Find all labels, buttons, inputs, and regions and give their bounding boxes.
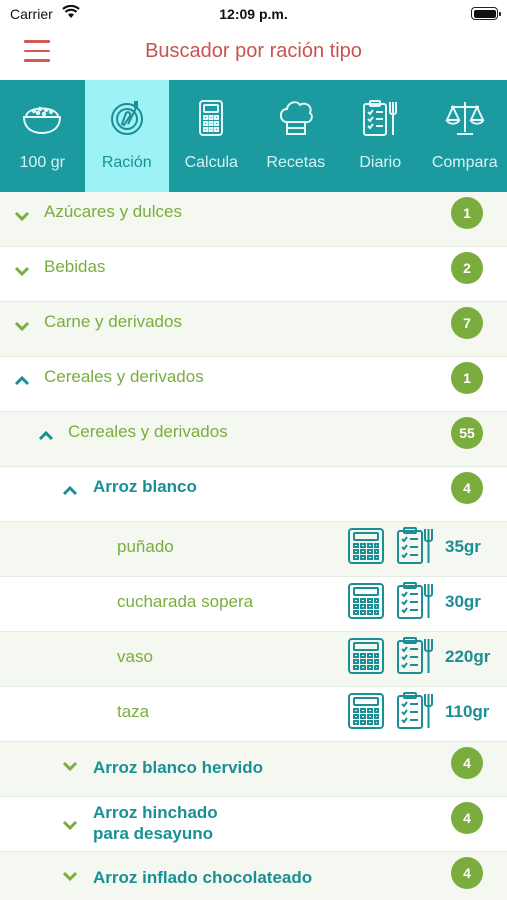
tab-label: Recetas (266, 154, 326, 171)
chevron-up-icon (38, 430, 54, 441)
category-row[interactable]: Azúcares y dulces 1 (0, 192, 507, 247)
battery-icon (471, 7, 501, 20)
add-to-diary-icon[interactable] (395, 526, 435, 566)
serving-label: cucharada sopera (117, 592, 254, 611)
chevron-down-icon (62, 820, 78, 831)
tab-label: 100 gr (19, 154, 65, 171)
category-label: Cereales y derivados (44, 367, 204, 386)
count-badge: 4 (451, 747, 483, 779)
count-badge: 1 (451, 197, 483, 229)
serving-grams: 35gr (445, 537, 481, 556)
bowl-icon (0, 98, 85, 138)
category-label: Bebidas (44, 257, 106, 276)
category-row[interactable]: Bebidas 2 (0, 247, 507, 302)
category-label: Azúcares y dulces (44, 202, 182, 221)
add-to-diary-icon[interactable] (395, 636, 435, 676)
count-badge: 55 (451, 417, 483, 449)
serving-grams: 30gr (445, 592, 481, 611)
tab-100gr[interactable]: 100 gr (0, 80, 85, 192)
category-label: Carne y derivados (44, 312, 182, 331)
subcategory-row[interactable]: Cereales y derivados 55 (0, 412, 507, 467)
scale-icon (423, 98, 507, 138)
tab-bar: 100 gr Ración Calcula Recetas Diario Com… (0, 80, 507, 192)
subcategory-label: Cereales y derivados (68, 422, 228, 441)
plate-fork-icon (85, 98, 170, 138)
chevron-up-icon (14, 375, 30, 386)
status-bar: Carrier 12:09 p.m. (0, 0, 507, 28)
calculator-icon[interactable] (346, 691, 386, 731)
chef-hat-icon (254, 98, 339, 138)
page-title: Buscador por ración tipo (145, 40, 362, 62)
chevron-up-icon (62, 485, 78, 496)
count-badge: 4 (451, 472, 483, 504)
chevron-down-icon (14, 266, 30, 277)
count-badge: 4 (451, 857, 483, 889)
calculator-icon[interactable] (346, 581, 386, 621)
category-row-expanded[interactable]: Cereales y derivados 1 (0, 357, 507, 412)
clock: 12:09 p.m. (219, 6, 288, 22)
count-badge: 7 (451, 307, 483, 339)
food-label: Arroz hinchado para desayuno (93, 802, 218, 844)
tab-label: Compara (431, 154, 498, 171)
chevron-down-icon (62, 871, 78, 882)
food-label-line1: Arroz hinchado (93, 803, 218, 822)
tab-diario[interactable]: Diario (338, 80, 423, 192)
add-to-diary-icon[interactable] (395, 691, 435, 731)
food-label: Arroz blanco hervido (93, 758, 264, 777)
count-badge: 1 (451, 362, 483, 394)
food-row[interactable]: Arroz inflado chocolateado 4 (0, 852, 507, 900)
food-label: Arroz blanco (93, 477, 197, 496)
food-row[interactable]: Arroz blanco hervido 4 (0, 742, 507, 797)
food-list: Azúcares y dulces 1 Bebidas 2 Carne y de… (0, 192, 507, 900)
food-label: Arroz inflado chocolateado (93, 868, 313, 887)
food-label-line2: para desayuno (93, 824, 213, 843)
chevron-down-icon (14, 321, 30, 332)
tab-compara[interactable]: Compara (423, 80, 507, 192)
tab-racion[interactable]: Ración (84, 80, 170, 192)
serving-row: taza 110gr (0, 687, 507, 742)
tab-calcula[interactable]: Calcula (169, 80, 254, 192)
serving-label: vaso (117, 647, 153, 666)
serving-row: puñado 35gr (0, 522, 507, 577)
count-badge: 4 (451, 802, 483, 834)
count-badge: 2 (451, 252, 483, 284)
app-header: Buscador por ración tipo (0, 28, 507, 80)
tab-label: Diario (359, 154, 402, 171)
tab-label: Calcula (184, 154, 238, 171)
chevron-down-icon (14, 211, 30, 222)
add-to-diary-icon[interactable] (395, 581, 435, 621)
tab-label: Ración (101, 154, 152, 171)
category-row[interactable]: Carne y derivados 7 (0, 302, 507, 357)
serving-grams: 220gr (445, 647, 491, 666)
tab-recetas[interactable]: Recetas (254, 80, 339, 192)
clipboard-fork-icon (338, 98, 423, 138)
food-row[interactable]: Arroz blanco 4 (0, 467, 507, 522)
chevron-down-icon (62, 761, 78, 772)
serving-label: puñado (117, 537, 174, 556)
serving-grams: 110gr (445, 702, 490, 721)
calculator-icon[interactable] (346, 636, 386, 676)
calculator-icon[interactable] (346, 526, 386, 566)
food-row[interactable]: Arroz hinchado para desayuno 4 (0, 797, 507, 852)
serving-row: cucharada sopera 30gr (0, 577, 507, 632)
serving-label: taza (117, 702, 150, 721)
calculator-icon (169, 98, 254, 138)
serving-row: vaso 220gr (0, 632, 507, 687)
